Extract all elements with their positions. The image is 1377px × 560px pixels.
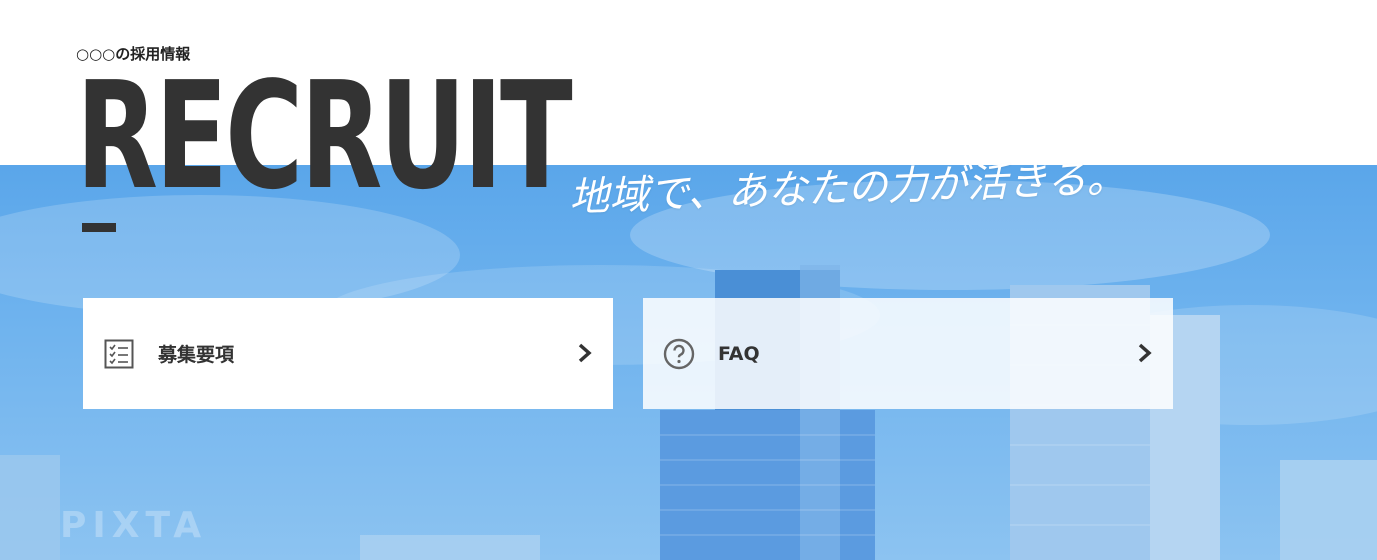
question-circle-icon <box>663 338 695 370</box>
job-requirements-card[interactable]: 募集要項 <box>83 298 613 409</box>
chevron-right-icon <box>1135 342 1155 364</box>
faq-card[interactable]: FAQ <box>643 298 1173 409</box>
job-requirements-label: 募集要項 <box>158 344 235 366</box>
checklist-icon <box>103 338 135 370</box>
chevron-right-icon <box>575 342 595 364</box>
title-underline-accent <box>82 223 116 232</box>
faq-label: FAQ <box>718 342 760 365</box>
stock-watermark: PIXTA <box>60 505 208 546</box>
page-title: RECRUIT <box>76 50 573 222</box>
